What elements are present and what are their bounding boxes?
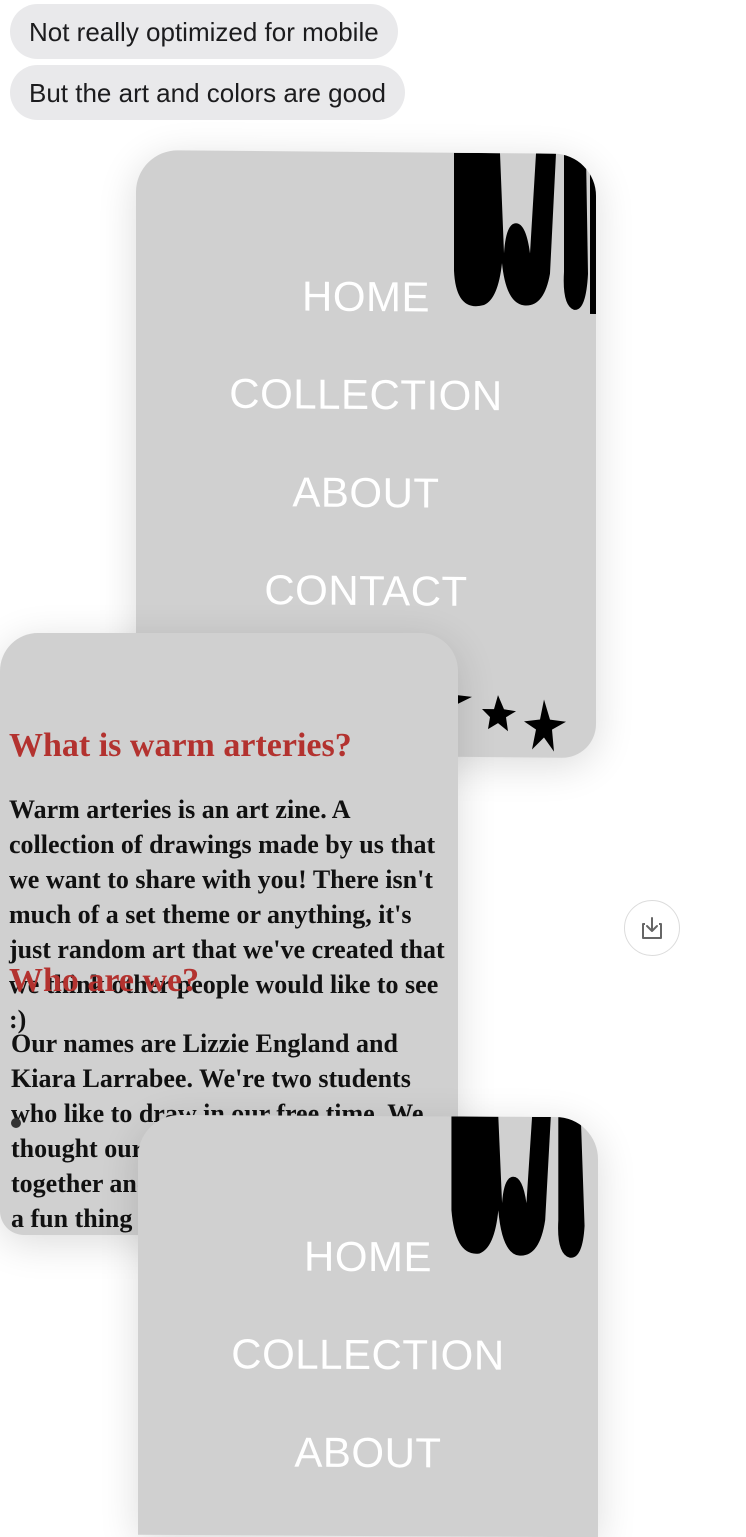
- message-bubble[interactable]: Not really optimized for mobile: [10, 4, 398, 59]
- menu-item-home[interactable]: HOME: [136, 272, 596, 376]
- nav-menu: HOME COLLECTION ABOUT: [138, 1233, 598, 1531]
- message-text: But the art and colors are good: [29, 78, 387, 108]
- message-text: Not really optimized for mobile: [29, 17, 379, 47]
- bullet-dot: [11, 1118, 21, 1128]
- nav-menu: HOME COLLECTION ABOUT CONTACT: [136, 272, 596, 670]
- menu-item-about[interactable]: ABOUT: [136, 468, 596, 572]
- save-image-button[interactable]: [624, 900, 680, 956]
- message-bubble[interactable]: But the art and colors are good: [10, 65, 406, 120]
- section-heading: Who are we?: [9, 962, 200, 999]
- screenshot-attachment-menu[interactable]: HOME COLLECTION ABOUT: [138, 1114, 598, 1537]
- menu-item-about[interactable]: ABOUT: [138, 1429, 598, 1531]
- menu-item-collection[interactable]: COLLECTION: [138, 1330, 598, 1433]
- section-paragraph: Warm arteries is an art zine. A collecti…: [9, 795, 445, 1034]
- menu-item-home[interactable]: HOME: [138, 1233, 598, 1335]
- download-icon: [642, 917, 662, 939]
- menu-item-collection[interactable]: COLLECTION: [136, 370, 596, 474]
- section-heading: What is warm arteries?: [9, 727, 352, 764]
